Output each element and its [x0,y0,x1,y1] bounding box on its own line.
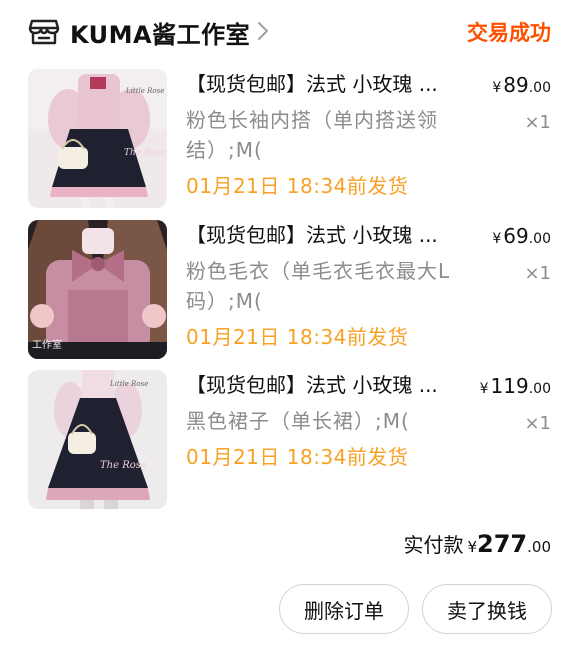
product-title[interactable]: 【现货包邮】法式 小玫瑰 ... [186,69,476,99]
chevron-right-icon[interactable] [256,20,270,42]
svg-text:The Rose: The Rose [100,460,147,471]
price-integer: 119 [490,374,529,398]
delete-order-button[interactable]: 删除订单 [279,584,409,634]
order-item[interactable]: The Rose Little Rose 【现货包邮】法式 小玫瑰 ... 粉色… [0,69,580,211]
sell-item-button[interactable]: 卖了换钱 [422,584,552,634]
order-header: KUMA酱工作室 交易成功 [0,0,580,64]
total-integer: 277 [477,530,528,558]
order-status: 交易成功 [467,21,551,45]
total-label: 实付款 [403,533,464,557]
product-quantity: ×1 [524,263,551,284]
total-currency: ¥ [467,538,478,556]
product-image[interactable]: The Rose Little Rose [28,69,167,208]
product-spec: 黑色裙子（单长裙）;M( [186,409,410,433]
shipping-deadline: 01月21日 18:34前发货 [186,325,409,349]
product-price: ¥119.00 [480,372,551,403]
order-card: KUMA酱工作室 交易成功 The Rose Little Rose 【现货包邮… [0,0,580,658]
total-decimal: .00 [527,538,551,556]
product-title[interactable]: 【现货包邮】法式 小玫瑰 ... [186,370,476,400]
price-integer: 69 [503,224,529,248]
product-price: ¥89.00 [492,71,551,102]
product-spec: 粉色长袖内搭（单内搭送领结）;M( [186,108,438,162]
product-image[interactable]: 工作室 [28,220,167,359]
shop-icon[interactable] [28,18,60,46]
product-price: ¥69.00 [492,222,551,253]
price-decimal: .00 [528,381,551,397]
price-currency: ¥ [492,231,502,247]
order-item[interactable]: The Rose Little Rose 【现货包邮】法式 小玫瑰 ... 黑色… [0,370,580,512]
product-image[interactable]: The Rose Little Rose [28,370,167,509]
order-item[interactable]: 工作室 【现货包邮】法式 小玫瑰 ... 粉色毛衣（单毛衣毛衣最大L码）;M( … [0,220,580,362]
price-decimal: .00 [528,80,551,96]
price-decimal: .00 [528,231,551,247]
product-title[interactable]: 【现货包邮】法式 小玫瑰 ... [186,220,476,250]
svg-text:The Rose: The Rose [124,148,166,158]
order-total: 实付款 ¥277.00 [403,528,551,563]
shipping-deadline: 01月21日 18:34前发货 [186,445,409,469]
product-quantity: ×1 [524,112,551,133]
image-watermark: 工作室 [32,338,62,351]
shipping-deadline: 01月21日 18:34前发货 [186,174,409,198]
price-integer: 89 [503,73,529,97]
svg-text:Little Rose: Little Rose [109,380,148,388]
price-currency: ¥ [479,381,489,397]
product-quantity: ×1 [524,413,551,434]
product-spec: 粉色毛衣（单毛衣毛衣最大L码）;M( [186,259,451,313]
price-currency: ¥ [492,80,502,96]
svg-text:Little Rose: Little Rose [125,87,164,95]
shop-name[interactable]: KUMA酱工作室 [70,15,250,50]
